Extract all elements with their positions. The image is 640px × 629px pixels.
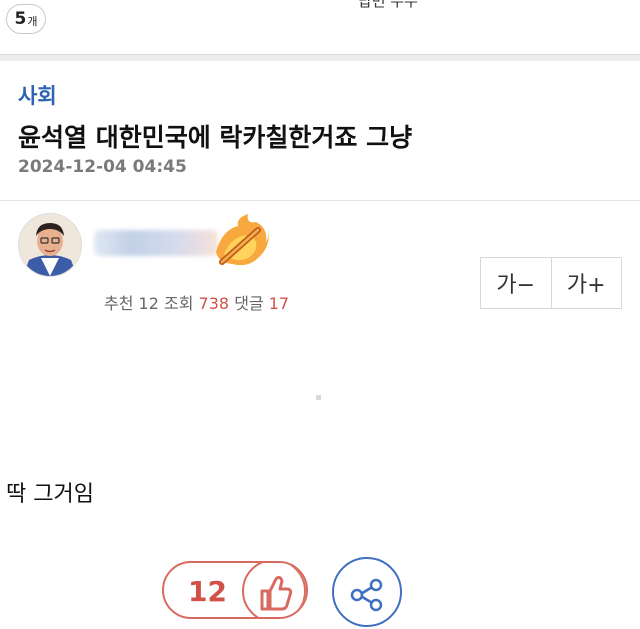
post-stats: 추천 12 조회 738 댓글 17 [104,290,289,314]
post-title: 윤석열 대한민국에 락카칠한거죠 그냥 [18,123,413,152]
comment-count-unit: 개 [27,14,38,28]
like-button[interactable]: 12 [162,561,308,619]
views-value: 738 [198,294,230,313]
cut-off-text: 답변 수수 [358,0,418,10]
comment-count: 5 [14,9,27,29]
recommend-value: 12 [138,294,159,313]
author-avatar[interactable] [18,213,82,277]
post-body: 딱 그거임 [6,482,94,507]
font-decrease-button[interactable]: 가− [481,258,551,308]
level-flame-icon [208,212,272,270]
section-separator [0,54,640,61]
post-date: 2024-12-04 04:45 [18,157,187,177]
comment-count-pill[interactable]: 5 개 [6,4,46,34]
font-size-controls: 가− 가+ [480,257,622,309]
share-icon [350,578,383,612]
header-divider [0,200,640,201]
views-label: 조회 [164,294,194,313]
author-nickname-blurred[interactable] [94,230,218,256]
post-category[interactable]: 사회 [18,80,57,110]
comments-value: 17 [268,294,290,313]
thumbs-up-icon [242,563,306,617]
recommend-label: 추천 [104,294,134,313]
image-placeholder-dot [316,395,321,400]
font-increase-button[interactable]: 가+ [550,258,622,308]
comments-label: 댓글 [234,294,264,313]
share-button[interactable] [332,557,402,627]
top-strip: 5 개 답변 수수 [0,0,640,56]
like-count: 12 [188,575,227,608]
